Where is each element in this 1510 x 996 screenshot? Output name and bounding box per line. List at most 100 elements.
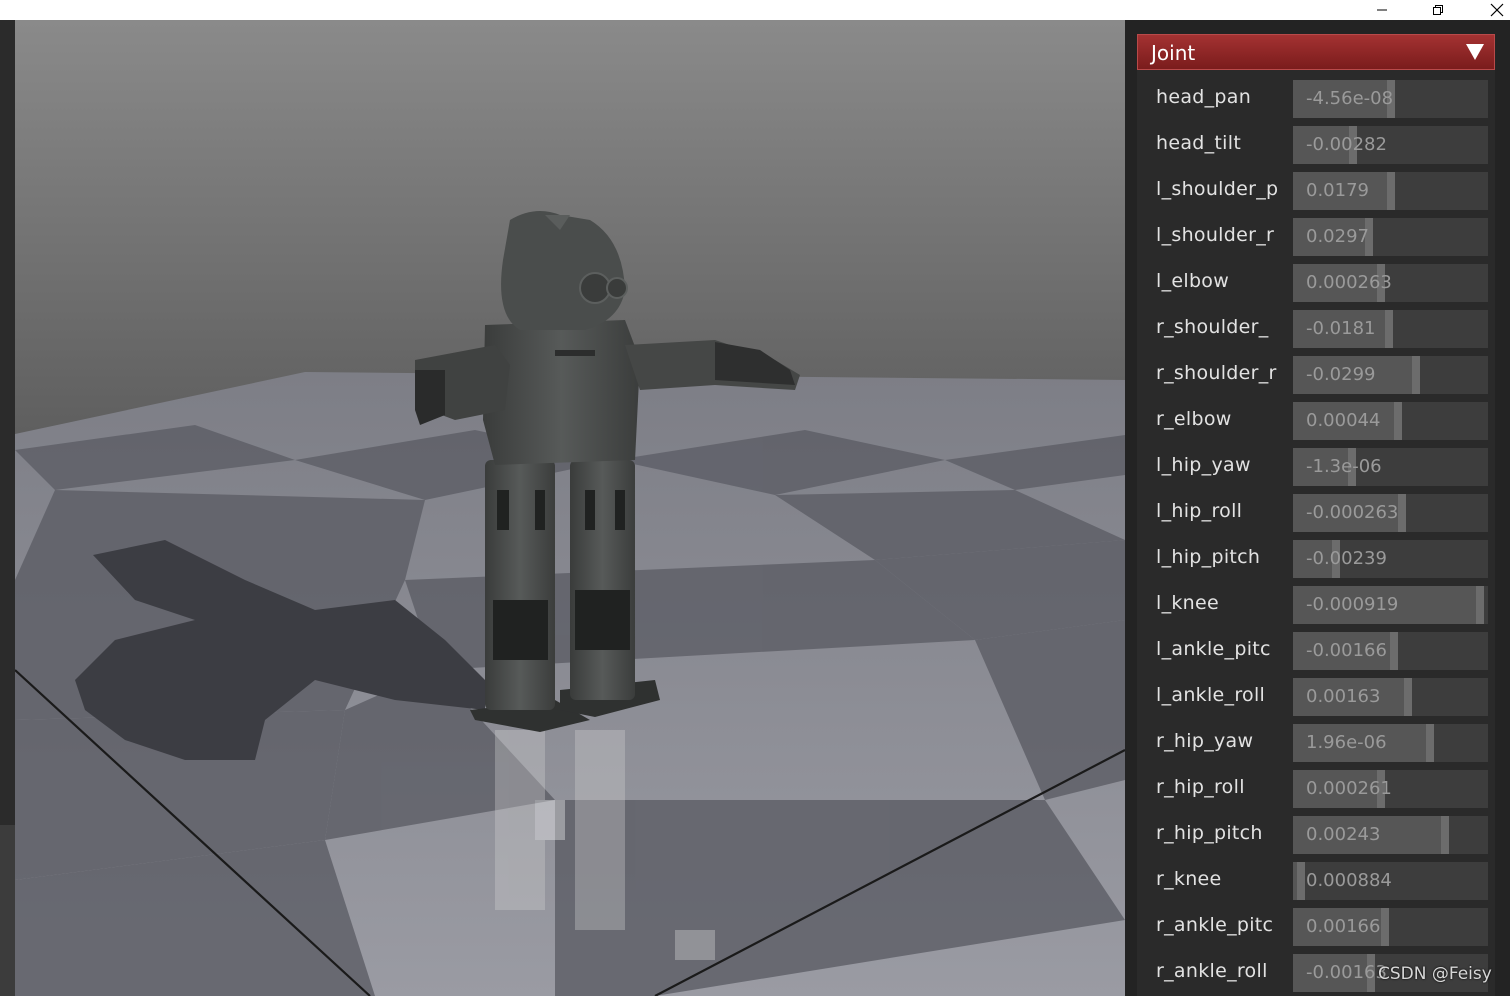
joint-row: l_hip_pitch -0.00239 — [1137, 534, 1495, 580]
joint-value: -0.000263 — [1306, 502, 1399, 523]
joint-slider-thumb[interactable] — [1425, 724, 1434, 762]
window-title-bar — [0, 0, 1510, 20]
joint-label: l_knee — [1156, 592, 1220, 614]
joint-value: -0.00282 — [1306, 134, 1387, 155]
joint-label: r_shoulder_r — [1156, 362, 1277, 384]
joint-value: 0.000261 — [1306, 778, 1392, 799]
joint-value: 0.00163 — [1306, 686, 1381, 707]
joint-label: l_shoulder_p — [1156, 178, 1279, 200]
joint-slider[interactable]: -0.00282 — [1293, 126, 1488, 164]
joint-slider-thumb[interactable] — [1380, 908, 1389, 946]
joint-label: l_hip_roll — [1156, 500, 1243, 522]
joint-slider[interactable]: 0.00166 — [1293, 908, 1488, 946]
joint-row: r_shoulder_ -0.0181 — [1137, 304, 1495, 350]
joint-slider-thumb[interactable] — [1296, 862, 1305, 900]
joint-label: r_ankle_roll — [1156, 960, 1268, 982]
joint-value: 0.00044 — [1306, 410, 1381, 431]
joint-value: -0.00166 — [1306, 640, 1387, 661]
joint-row: r_elbow 0.00044 — [1137, 396, 1495, 442]
joint-slider[interactable]: 0.00243 — [1293, 816, 1488, 854]
joint-slider-thumb[interactable] — [1386, 172, 1395, 210]
joint-value: -4.56e-08 — [1306, 88, 1394, 109]
joint-row: l_shoulder_p 0.0179 — [1137, 166, 1495, 212]
joint-label: r_knee — [1156, 868, 1222, 890]
joint-slider[interactable]: -1.3e-06 — [1293, 448, 1488, 486]
joint-slider[interactable]: -0.000263 — [1293, 494, 1488, 532]
joint-row: l_hip_roll -0.000263 — [1137, 488, 1495, 534]
joint-slider[interactable]: -4.56e-08 — [1293, 80, 1488, 118]
joint-label: head_pan — [1156, 86, 1252, 108]
joint-label: l_shoulder_r — [1156, 224, 1275, 246]
scene — [15, 20, 1125, 996]
joint-slider[interactable]: 0.00163 — [1293, 678, 1488, 716]
joint-section-header[interactable]: Joint — [1137, 34, 1495, 70]
joint-value: 0.000884 — [1306, 870, 1392, 891]
joint-slider[interactable]: 0.000884 — [1293, 862, 1488, 900]
joint-label: r_ankle_pitc — [1156, 914, 1274, 936]
joint-slider[interactable]: 0.000263 — [1293, 264, 1488, 302]
joint-label: r_hip_roll — [1156, 776, 1245, 798]
joint-slider[interactable]: -0.0181 — [1293, 310, 1488, 348]
joint-slider[interactable]: 0.0179 — [1293, 172, 1488, 210]
joint-row: l_shoulder_r 0.0297 — [1137, 212, 1495, 258]
joint-label: r_shoulder_ — [1156, 316, 1269, 338]
joint-slider[interactable]: 1.96e-06 — [1293, 724, 1488, 762]
joint-slider[interactable]: 0.0297 — [1293, 218, 1488, 256]
joint-slider-thumb[interactable] — [1411, 356, 1420, 394]
joint-label: l_hip_pitch — [1156, 546, 1261, 568]
left-edge-strip — [0, 20, 15, 996]
joint-slider-thumb[interactable] — [1476, 586, 1485, 624]
joint-value: 0.00166 — [1306, 916, 1381, 937]
joint-slider[interactable]: 0.000261 — [1293, 770, 1488, 808]
joint-label: l_hip_yaw — [1156, 454, 1251, 476]
joint-row: head_pan -4.56e-08 — [1137, 74, 1495, 120]
joint-row: r_hip_roll 0.000261 — [1137, 764, 1495, 810]
joint-row: l_hip_yaw -1.3e-06 — [1137, 442, 1495, 488]
joint-value: -0.000919 — [1306, 594, 1399, 615]
joint-slider-thumb[interactable] — [1404, 678, 1413, 716]
joint-slider-thumb[interactable] — [1390, 632, 1399, 670]
joint-slider[interactable]: 0.00044 — [1293, 402, 1488, 440]
triangle-down-icon[interactable] — [1466, 44, 1484, 60]
minimize-button[interactable] — [1362, 0, 1402, 20]
joint-row: l_elbow 0.000263 — [1137, 258, 1495, 304]
joint-slider[interactable]: -0.0299 — [1293, 356, 1488, 394]
joint-value: 0.00243 — [1306, 824, 1381, 845]
joint-row: l_ankle_pitc -0.00166 — [1137, 626, 1495, 672]
simulation-viewport[interactable] — [15, 20, 1125, 996]
joint-slider[interactable]: -0.00239 — [1293, 540, 1488, 578]
joint-slider[interactable]: -0.00166 — [1293, 632, 1488, 670]
joint-section-title: Joint — [1151, 41, 1196, 65]
joint-label: l_elbow — [1156, 270, 1230, 292]
joint-value: -0.0181 — [1306, 318, 1376, 339]
joint-value: 1.96e-06 — [1306, 732, 1387, 753]
joint-label: r_elbow — [1156, 408, 1232, 430]
joint-row: l_knee -0.000919 — [1137, 580, 1495, 626]
joint-row: r_shoulder_r -0.0299 — [1137, 350, 1495, 396]
restore-icon — [1433, 5, 1443, 15]
close-icon — [1490, 3, 1504, 17]
joint-row: r_hip_yaw 1.96e-06 — [1137, 718, 1495, 764]
joint-value: 0.000263 — [1306, 272, 1392, 293]
close-button[interactable] — [1477, 0, 1510, 20]
joint-row: l_ankle_roll 0.00163 — [1137, 672, 1495, 718]
minimize-icon — [1377, 9, 1387, 11]
joint-row: r_knee 0.000884 — [1137, 856, 1495, 902]
joint-row: head_tilt -0.00282 — [1137, 120, 1495, 166]
joint-value: -0.0299 — [1306, 364, 1376, 385]
joint-value: 0.0297 — [1306, 226, 1369, 247]
joint-list: head_pan -4.56e-08 head_tilt -0.00282 l_shou… — [1137, 74, 1495, 994]
joint-value: -0.00163 — [1306, 962, 1387, 983]
joint-value: -0.00239 — [1306, 548, 1387, 569]
joint-slider[interactable]: -0.000919 — [1293, 586, 1488, 624]
joint-slider-thumb[interactable] — [1398, 494, 1407, 532]
restore-button[interactable] — [1418, 0, 1458, 20]
joint-value: -1.3e-06 — [1306, 456, 1382, 477]
joint-slider-thumb[interactable] — [1394, 402, 1403, 440]
joint-label: r_hip_yaw — [1156, 730, 1254, 752]
joint-slider-thumb[interactable] — [1384, 310, 1393, 348]
joint-value: 0.0179 — [1306, 180, 1369, 201]
joint-slider-thumb[interactable] — [1441, 816, 1450, 854]
joint-label: r_hip_pitch — [1156, 822, 1263, 844]
joint-label: l_ankle_pitc — [1156, 638, 1271, 660]
